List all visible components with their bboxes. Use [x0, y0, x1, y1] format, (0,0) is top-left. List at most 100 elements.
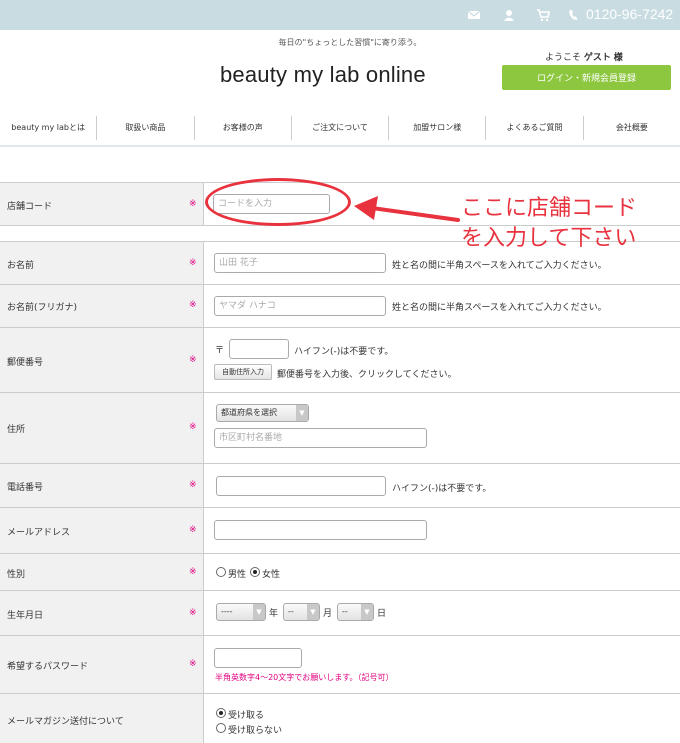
- logo-main: beauty my lab: [220, 62, 360, 87]
- nav-divider: [0, 145, 680, 147]
- address-row: 住所 ※ 都道府県を選択 ▼ 市区町村名番地: [0, 393, 680, 464]
- site-logo[interactable]: beauty my lab online: [220, 62, 426, 88]
- birthday-row: 生年月日 ※ ---- ▼ 年 -- ▼ 月 -- ▼ 日: [0, 591, 680, 636]
- email-input[interactable]: [214, 520, 427, 540]
- newsletter-optout-radio[interactable]: [216, 723, 226, 733]
- name-input[interactable]: 山田 花子: [214, 253, 386, 273]
- postal-input[interactable]: [229, 339, 289, 359]
- gender-female-label[interactable]: 女性: [262, 567, 280, 580]
- prefecture-select-value: 都道府県を選択: [221, 408, 277, 417]
- annotation-line2: を入力して下さい: [461, 226, 637, 251]
- top-bar: 0120-96-7242: [0, 0, 680, 30]
- required-mark: ※: [189, 422, 197, 432]
- birth-month-value: --: [288, 607, 294, 616]
- required-mark: ※: [189, 567, 197, 577]
- birth-year-value: ----: [221, 607, 233, 616]
- chevron-down-icon: ▼: [307, 604, 319, 620]
- gender-label: 性別: [7, 570, 26, 580]
- nav-item-reviews[interactable]: お客様の声: [195, 116, 292, 140]
- postal-label: 郵便番号: [7, 358, 44, 368]
- postal-note: ハイフン(-)は不要です。: [294, 347, 394, 357]
- login-register-button[interactable]: ログイン・新規会員登録: [502, 65, 671, 90]
- phone-row: 電話番号 ※ ハイフン(-)は不要です。: [0, 464, 680, 508]
- gender-label-cell: 性別 ※: [0, 554, 204, 590]
- annotation-text: ここに店舗コード を入力して下さい: [461, 194, 637, 254]
- nav-item-about[interactable]: beauty my labとは: [0, 116, 98, 140]
- required-mark: ※: [189, 525, 197, 535]
- phone-note: ハイフン(-)は不要です。: [392, 484, 492, 494]
- main-nav: beauty my labとは 取扱い商品 お客様の声 ご注文について 加盟サロ…: [0, 116, 680, 140]
- auto-address-note: 郵便番号を入力後、クリックしてください。: [277, 370, 457, 380]
- mail-icon[interactable]: [467, 8, 481, 22]
- required-mark: ※: [189, 659, 197, 669]
- welcome-name: ゲスト: [583, 53, 611, 63]
- gender-male-radio[interactable]: [216, 567, 226, 577]
- postal-prefix: 〒: [215, 346, 225, 356]
- phone-label: 電話番号: [7, 483, 44, 493]
- newsletter-optin-label[interactable]: 受け取る: [228, 708, 264, 721]
- newsletter-row: メールマガジン送付について 受け取る 受け取らない: [0, 694, 680, 743]
- newsletter-label: メールマガジン送付について: [7, 717, 124, 727]
- name-label: お名前: [7, 261, 35, 271]
- nav-item-company[interactable]: 会社概要: [584, 116, 680, 140]
- required-mark: ※: [189, 300, 197, 310]
- name-note: 姓と名の間に半角スペースを入れてご入力ください。: [392, 261, 607, 271]
- birthday-label-cell: 生年月日 ※: [0, 591, 204, 635]
- kana-input[interactable]: ヤマダ ハナコ: [214, 296, 386, 316]
- welcome-message: ようこそ ゲスト 様: [545, 50, 623, 63]
- email-label-cell: メールアドレス ※: [0, 508, 204, 553]
- chevron-down-icon: ▼: [253, 604, 265, 620]
- welcome-prefix: ようこそ: [545, 53, 582, 63]
- day-unit: 日: [377, 609, 387, 619]
- month-unit: 月: [323, 609, 333, 619]
- user-icon[interactable]: [502, 8, 516, 22]
- address-label-cell: 住所 ※: [0, 393, 204, 463]
- required-mark: ※: [189, 199, 197, 209]
- prefecture-select[interactable]: 都道府県を選択 ▼: [216, 404, 309, 422]
- annotation-line1: ここに店舗コード: [461, 196, 638, 221]
- birth-month-select[interactable]: -- ▼: [283, 603, 320, 621]
- cart-icon[interactable]: [536, 8, 550, 22]
- gender-female-radio[interactable]: [250, 567, 260, 577]
- address-input[interactable]: 市区町村名番地: [214, 428, 427, 448]
- email-row: メールアドレス ※: [0, 508, 680, 554]
- nav-item-products[interactable]: 取扱い商品: [97, 116, 195, 140]
- kana-label-cell: お名前(フリガナ) ※: [0, 285, 204, 327]
- nav-item-faq[interactable]: よくあるご質問: [486, 116, 584, 140]
- birth-year-select[interactable]: ---- ▼: [216, 603, 266, 621]
- gender-male-label[interactable]: 男性: [228, 567, 246, 580]
- password-label-cell: 希望するパスワード ※: [0, 636, 204, 693]
- newsletter-label-cell: メールマガジン送付について: [0, 694, 204, 743]
- password-label: 希望するパスワード: [7, 662, 89, 672]
- birth-day-value: --: [342, 607, 348, 616]
- name-label-cell: お名前 ※: [0, 242, 204, 284]
- phone-number[interactable]: 0120-96-7242: [586, 6, 673, 22]
- chevron-down-icon: ▼: [296, 405, 308, 421]
- nav-item-salons[interactable]: 加盟サロン様: [389, 116, 487, 140]
- tagline: 毎日の"ちょっとした習慣"に寄り添う。: [278, 38, 422, 47]
- store-code-label: 店舗コード: [7, 202, 53, 212]
- kana-label: お名前(フリガナ): [7, 303, 78, 313]
- required-mark: ※: [189, 355, 197, 365]
- required-mark: ※: [189, 608, 197, 618]
- email-label: メールアドレス: [7, 528, 71, 538]
- required-mark: ※: [189, 258, 197, 268]
- newsletter-optout-label[interactable]: 受け取らない: [228, 723, 282, 736]
- phone-input[interactable]: [216, 476, 386, 496]
- phone-label-cell: 電話番号 ※: [0, 464, 204, 507]
- welcome-suffix: 様: [613, 53, 623, 63]
- birth-day-select[interactable]: -- ▼: [337, 603, 374, 621]
- auto-address-button[interactable]: 自動住所入力: [214, 364, 272, 380]
- arrow-icon: [354, 196, 460, 222]
- newsletter-optin-radio[interactable]: [216, 708, 226, 718]
- store-code-label-cell: 店舗コード ※: [0, 183, 204, 225]
- password-row: 希望するパスワード ※ 半角英数字4〜20文字でお願いします。（記号可）: [0, 636, 680, 694]
- phone-icon: [569, 10, 577, 20]
- highlight-oval: [205, 178, 351, 226]
- nav-item-ordering[interactable]: ご注文について: [292, 116, 390, 140]
- postal-row: 郵便番号 ※ 〒 ハイフン(-)は不要です。 自動住所入力 郵便番号を入力後、ク…: [0, 328, 680, 393]
- password-input[interactable]: [214, 648, 302, 668]
- kana-note: 姓と名の間に半角スペースを入れてご入力ください。: [392, 303, 607, 313]
- year-unit: 年: [269, 609, 279, 619]
- address-label: 住所: [7, 425, 26, 435]
